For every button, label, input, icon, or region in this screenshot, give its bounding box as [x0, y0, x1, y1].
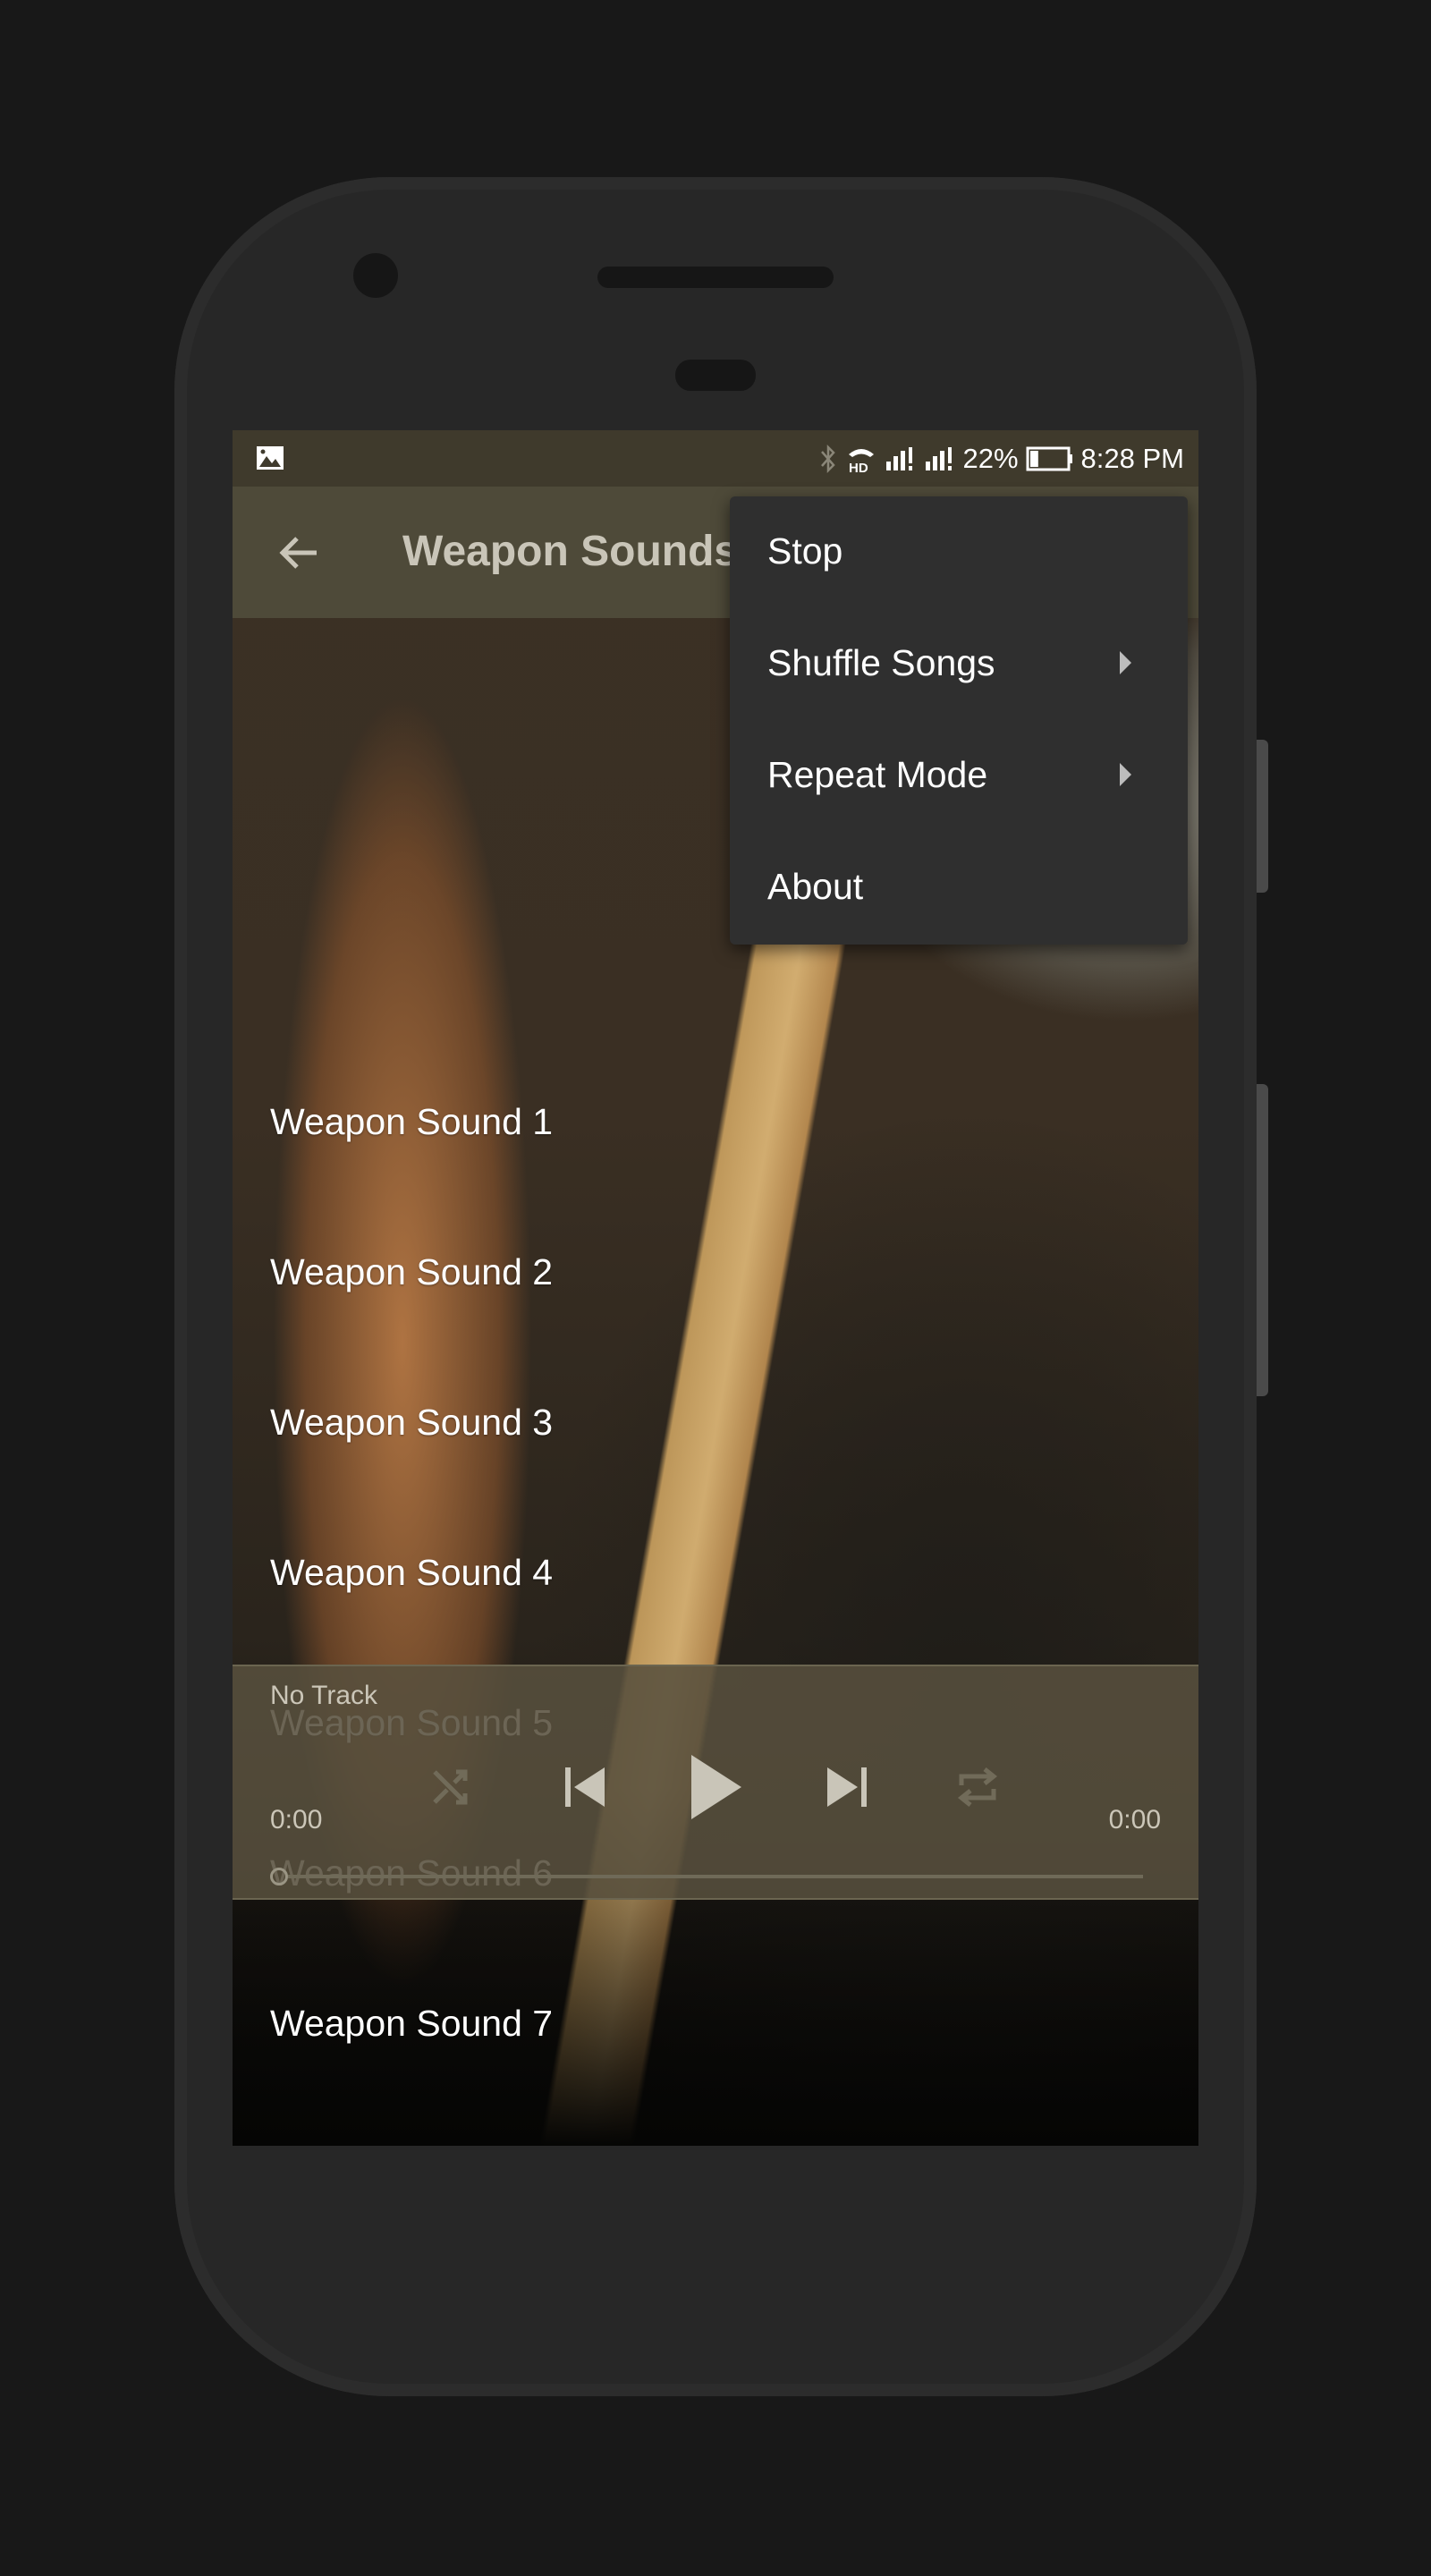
- player-bar: No Track 0:00 0:00: [233, 1665, 1198, 1900]
- repeat-icon: [957, 1767, 998, 1807]
- bluetooth-icon: [818, 444, 838, 474]
- arrow-back-icon: [279, 537, 317, 569]
- play-icon: [691, 1755, 741, 1819]
- volume-button: [1257, 1084, 1268, 1396]
- list-item[interactable]: Weapon Sound 7: [270, 2003, 553, 2045]
- play-button[interactable]: [675, 1747, 756, 1827]
- hd-call-icon: HD: [845, 444, 877, 474]
- list-item[interactable]: Weapon Sound 1: [270, 1101, 553, 1143]
- page-title: Weapon Sounds: [402, 528, 739, 575]
- list-item[interactable]: Weapon Sound 3: [270, 1402, 553, 1444]
- skip-next-icon: [827, 1767, 867, 1807]
- list-item[interactable]: Weapon Sound 2: [270, 1251, 553, 1293]
- skip-previous-icon: [565, 1767, 605, 1807]
- front-camera: [353, 253, 398, 298]
- phone-screen: HD 22% 8:28 PM Weapon Sounds Weapon Soun…: [233, 430, 1198, 2146]
- overflow-menu: Stop Shuffle Songs Repeat Mode About: [730, 496, 1188, 945]
- image-icon: [256, 445, 284, 470]
- signal-sim2-icon: [924, 445, 956, 472]
- back-button[interactable]: [272, 526, 326, 580]
- svg-text:HD: HD: [849, 461, 868, 474]
- menu-item-shuffle-songs[interactable]: Shuffle Songs: [730, 608, 1188, 720]
- clock: 8:28 PM: [1080, 442, 1184, 474]
- next-button[interactable]: [807, 1747, 887, 1827]
- previous-button[interactable]: [545, 1747, 625, 1827]
- battery-icon: [1026, 445, 1074, 472]
- menu-item-about[interactable]: About: [730, 832, 1188, 944]
- status-bar: HD 22% 8:28 PM: [233, 430, 1198, 487]
- menu-item-label: About: [767, 866, 864, 907]
- power-button: [1257, 740, 1268, 893]
- submenu-arrow-icon: [1120, 651, 1131, 674]
- signal-sim1-icon: [885, 445, 917, 472]
- shuffle-button[interactable]: [411, 1747, 492, 1827]
- seek-bar[interactable]: [270, 1868, 1161, 1885]
- total-duration: 0:00: [1108, 1805, 1161, 1835]
- shuffle-icon: [433, 1769, 468, 1805]
- menu-item-label: Repeat Mode: [767, 754, 988, 795]
- seek-thumb[interactable]: [270, 1868, 288, 1885]
- repeat-button[interactable]: [937, 1747, 1018, 1827]
- earpiece-speaker: [597, 267, 834, 288]
- menu-item-repeat-mode[interactable]: Repeat Mode: [730, 720, 1188, 832]
- battery-percent: 22%: [962, 442, 1019, 474]
- menu-item-stop[interactable]: Stop: [730, 496, 1188, 608]
- list-item[interactable]: Weapon Sound 4: [270, 1552, 553, 1594]
- proximity-sensor: [675, 360, 756, 391]
- seek-track: [288, 1875, 1143, 1878]
- submenu-arrow-icon: [1120, 763, 1131, 786]
- track-name: No Track: [270, 1681, 378, 1710]
- elapsed-time: 0:00: [270, 1805, 323, 1835]
- menu-item-label: Stop: [767, 530, 843, 572]
- menu-item-label: Shuffle Songs: [767, 642, 995, 683]
